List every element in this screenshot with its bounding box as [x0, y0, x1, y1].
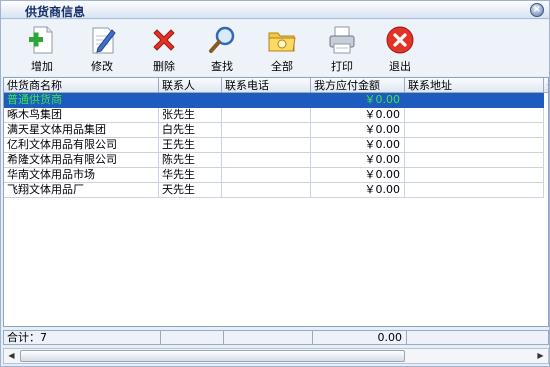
find-button[interactable]: 查找 [199, 22, 245, 74]
cell-name: 飞翔文体用品厂 [4, 183, 159, 198]
cell-name: 希隆文体用品有限公司 [4, 153, 159, 168]
cell-phone [222, 138, 311, 153]
cell-amount: ￥0.00 [311, 93, 405, 108]
cell-phone [222, 153, 311, 168]
cell-amount: ￥0.00 [311, 183, 405, 198]
cell-phone [222, 123, 311, 138]
edit-button[interactable]: 修改 [79, 22, 125, 74]
edit-icon [92, 27, 116, 54]
cell-contact: 华先生 [159, 168, 222, 183]
table-row[interactable]: 希隆文体用品有限公司 陈先生 ￥0.00 [4, 153, 548, 168]
add-icon [29, 26, 53, 54]
cell-phone [222, 168, 311, 183]
column-header-extra[interactable]: 影 [544, 78, 548, 93]
amount-total: 0.00 [313, 331, 407, 344]
find-label: 查找 [211, 60, 233, 73]
print-label: 打印 [331, 60, 353, 73]
table-row[interactable]: 飞翔文体用品厂 天先生 ￥0.00 [4, 183, 548, 198]
cell-phone [222, 183, 311, 198]
column-header-phone[interactable]: 联系电话 [222, 78, 311, 93]
cell-name: 普通供货商 [4, 93, 159, 108]
summary-bar: 合计：7 0.00 [3, 330, 549, 345]
add-button[interactable]: 增加 [19, 22, 65, 74]
column-header-address[interactable]: 联系地址 [405, 78, 544, 93]
all-label: 全部 [271, 60, 293, 73]
cell-phone [222, 108, 311, 123]
scroll-thumb[interactable] [20, 350, 405, 362]
exit-icon [386, 26, 414, 54]
all-button[interactable]: 全部 [259, 22, 305, 74]
table-row[interactable]: 华南文体用品市场 华先生 ￥0.00 [4, 168, 548, 183]
cell-name: 满天星文体用品集团 [4, 123, 159, 138]
column-header-amount[interactable]: 我方应付金额 [311, 78, 405, 93]
cell-contact [159, 93, 222, 108]
record-count: 合计：7 [4, 331, 161, 344]
cell-contact: 陈先生 [159, 153, 222, 168]
cell-contact: 天先生 [159, 183, 222, 198]
cell-address [405, 168, 544, 183]
cell-name: 华南文体用品市场 [4, 168, 159, 183]
print-button[interactable]: 打印 [319, 22, 365, 74]
cell-contact: 张先生 [159, 108, 222, 123]
cell-amount: ￥0.00 [311, 123, 405, 138]
column-header-name[interactable]: 供货商名称 [4, 78, 159, 93]
table-row[interactable]: 啄木鸟集团 张先生 ￥0.00 [4, 108, 548, 123]
cell-address [405, 183, 544, 198]
column-header-contact[interactable]: 联系人 [159, 78, 222, 93]
horizontal-scrollbar[interactable]: ◀ ▶ [3, 348, 549, 364]
table-row[interactable]: 满天星文体用品集团 白先生 ￥0.00 [4, 123, 548, 138]
title-bar: 供货商信息 × [1, 1, 549, 19]
toolbar: 增加 修改 删除 查找 全部 打印 退出 [1, 20, 549, 76]
scroll-right-icon[interactable]: ▶ [534, 350, 547, 362]
cell-address [405, 108, 544, 123]
cell-name: 亿利文体用品有限公司 [4, 138, 159, 153]
cell-amount: ￥0.00 [311, 138, 405, 153]
delete-label: 删除 [153, 60, 175, 73]
add-label: 增加 [31, 60, 53, 73]
supplier-table: 供货商名称 联系人 联系电话 我方应付金额 联系地址 影 普通供货商 ￥0.00… [3, 77, 549, 327]
cell-address [405, 93, 544, 108]
cell-contact: 王先生 [159, 138, 222, 153]
table-row[interactable]: 普通供货商 ￥0.00 [4, 93, 548, 108]
close-icon[interactable]: × [530, 3, 544, 17]
scroll-left-icon[interactable]: ◀ [5, 350, 18, 362]
cell-amount: ￥0.00 [311, 153, 405, 168]
summary-empty-1 [161, 331, 224, 344]
print-icon [329, 26, 355, 54]
delete-button[interactable]: 删除 [141, 22, 187, 74]
exit-label: 退出 [389, 60, 411, 73]
supplier-window: 供货商信息 × 增加 修改 删除 查找 全部 打印 退出 供货商名称 联系人 联… [0, 0, 550, 367]
find-icon [209, 26, 235, 53]
cell-amount: ￥0.00 [311, 168, 405, 183]
cell-address [405, 123, 544, 138]
cell-amount: ￥0.00 [311, 108, 405, 123]
cell-name: 啄木鸟集团 [4, 108, 159, 123]
delete-icon [153, 29, 175, 51]
cell-contact: 白先生 [159, 123, 222, 138]
cell-address [405, 138, 544, 153]
cell-phone [222, 93, 311, 108]
exit-button[interactable]: 退出 [377, 22, 423, 74]
edit-label: 修改 [91, 60, 113, 73]
cell-address [405, 153, 544, 168]
summary-empty-2 [224, 331, 313, 344]
all-folder-icon [268, 32, 296, 52]
table-header: 供货商名称 联系人 联系电话 我方应付金额 联系地址 影 [4, 78, 548, 93]
window-title: 供货商信息 [25, 5, 86, 19]
table-row[interactable]: 亿利文体用品有限公司 王先生 ￥0.00 [4, 138, 548, 153]
